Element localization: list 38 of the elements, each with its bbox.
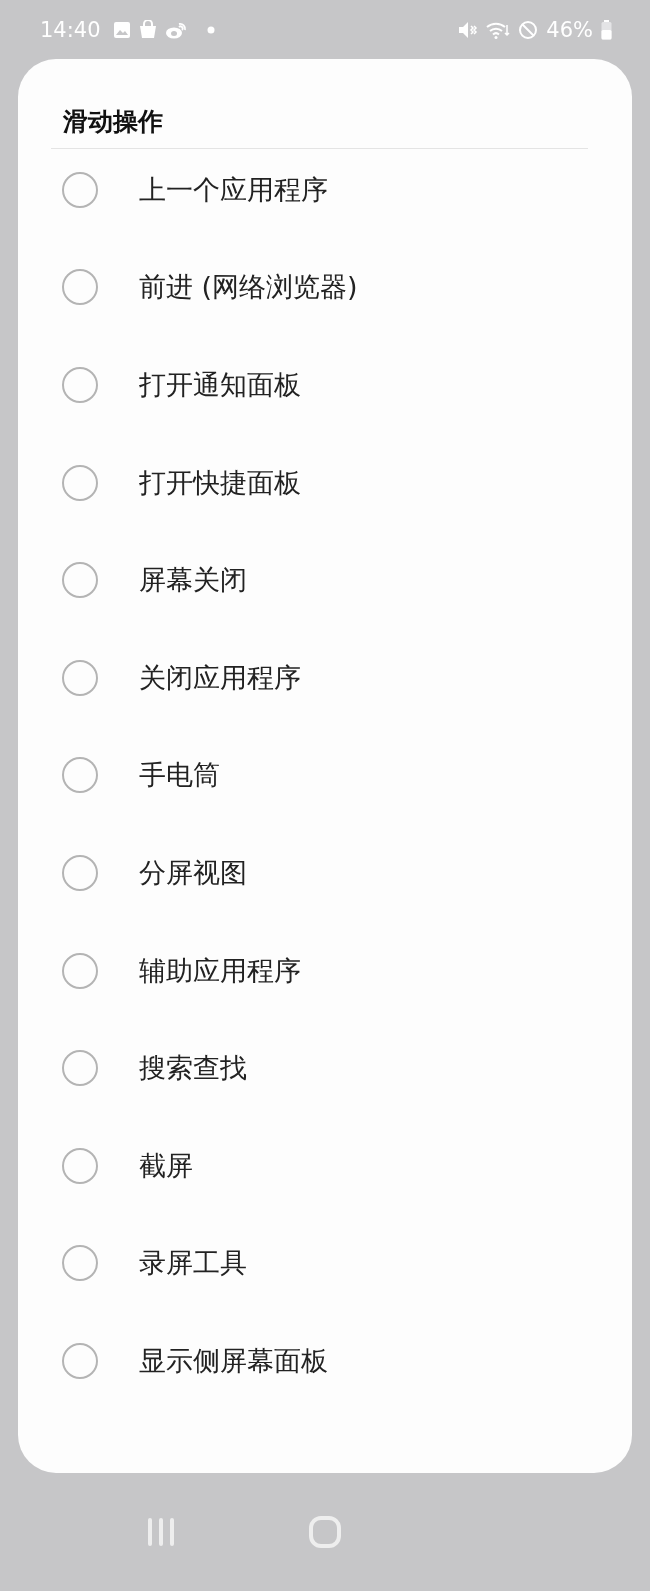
radio-button[interactable]: [62, 171, 98, 208]
do-not-disturb-icon: [518, 19, 539, 40]
option-label[interactable]: 打开通知面板: [139, 367, 301, 403]
image-icon: [112, 20, 131, 39]
dot-icon: [206, 25, 215, 34]
dialog-title: 滑动操作: [62, 106, 164, 138]
wifi-icon: [486, 20, 511, 39]
option-label[interactable]: 上一个应用程序: [139, 171, 328, 208]
shopping-bag-icon: [138, 20, 157, 39]
option-label[interactable]: 前进 (网络浏览器): [139, 269, 358, 306]
radio-button[interactable]: [62, 1050, 98, 1087]
option-label[interactable]: 分屏视图: [139, 854, 247, 891]
status-time: 14:40: [40, 17, 101, 42]
radio-button[interactable]: [62, 1147, 98, 1184]
option-label[interactable]: 屏幕关闭: [139, 562, 247, 599]
option-label[interactable]: 手电筒: [139, 757, 220, 794]
option-label[interactable]: 搜索查找: [139, 1050, 247, 1087]
radio-button[interactable]: [62, 1245, 98, 1282]
option-label[interactable]: 截屏: [139, 1147, 193, 1184]
option-label[interactable]: 关闭应用程序: [139, 659, 301, 696]
radio-button[interactable]: [62, 757, 98, 794]
radio-button[interactable]: [62, 269, 98, 306]
battery-icon: [601, 19, 612, 40]
radio-button[interactable]: [62, 1342, 98, 1379]
option-label[interactable]: 录屏工具: [139, 1245, 247, 1282]
option-label[interactable]: 辅助应用程序: [139, 952, 301, 989]
radio-button[interactable]: [62, 367, 98, 403]
mute-icon: [458, 20, 479, 39]
option-label[interactable]: 打开快捷面板: [139, 464, 301, 501]
radio-button[interactable]: [62, 562, 98, 599]
weibo-icon: [164, 20, 187, 39]
option-label[interactable]: 显示侧屏幕面板: [139, 1342, 328, 1379]
radio-button[interactable]: [62, 952, 98, 989]
radio-button[interactable]: [62, 464, 98, 501]
home-icon[interactable]: [308, 1515, 342, 1549]
radio-button[interactable]: [62, 854, 98, 891]
battery-percent: 46%: [546, 17, 593, 42]
radio-button[interactable]: [62, 659, 98, 696]
